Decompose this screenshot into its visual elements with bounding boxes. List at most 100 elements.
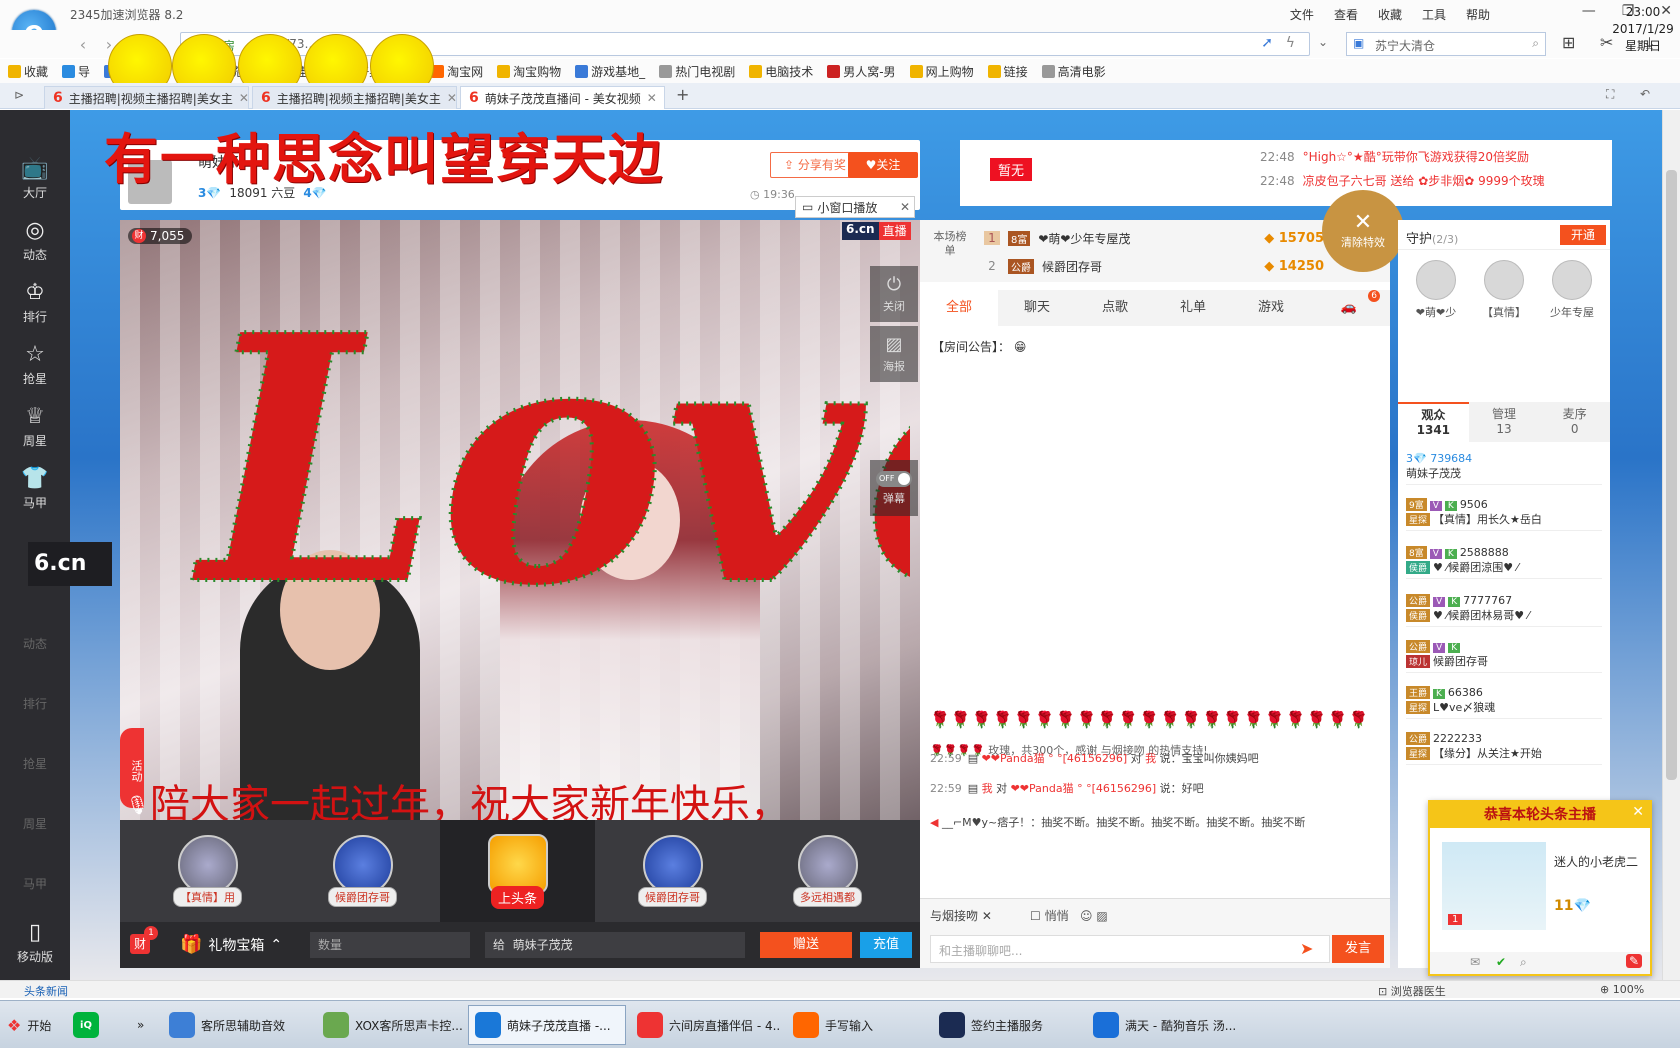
check-icon[interactable]: ✔	[1496, 955, 1506, 969]
share-button[interactable]: ⇪ 分享有奖	[770, 152, 860, 178]
bookmark-item[interactable]: 链接	[987, 63, 1028, 80]
taskbar-item[interactable]: 签约主播服务	[932, 1005, 1082, 1045]
new-tab-icon[interactable]: +	[676, 85, 689, 104]
gift-item[interactable]: 候爵团存哥	[595, 820, 750, 922]
tab-song[interactable]: 点歌	[1076, 290, 1154, 326]
tab-chat[interactable]: 聊天	[998, 290, 1076, 326]
undo-icon[interactable]: ↶	[1640, 87, 1650, 101]
tab-gift-list[interactable]: 礼单	[1154, 290, 1232, 326]
menu-tools[interactable]: 工具	[1422, 6, 1446, 23]
audience-row[interactable]: 8富 V K 2588888 侯爵 ♥ ⁄候爵团涼围♥ ⁄	[1406, 546, 1602, 579]
tab-audience[interactable]: 观众 1341	[1398, 402, 1469, 442]
follow-button[interactable]: ♥关注	[848, 152, 918, 178]
grid-icon[interactable]: ⊞	[1562, 33, 1575, 52]
taskbar-item[interactable]: XOX客所思声卡控...	[316, 1005, 464, 1045]
taskbar-item[interactable]: 六间房直播伴侣 - 4...	[630, 1005, 782, 1045]
open-guard-button[interactable]: 开通	[1560, 225, 1606, 245]
search-icon[interactable]: ⌕	[1520, 955, 1527, 970]
whisper-checkbox[interactable]: ☐ 悄悄 ☺ ▨	[1030, 907, 1108, 924]
audience-row[interactable]: 公爵 2222233 星探 【缘分】从关注★开始	[1406, 732, 1602, 765]
poster-button[interactable]: ▨ 海报	[870, 326, 918, 382]
page-scrollbar[interactable]	[1662, 110, 1680, 980]
gift-box-button[interactable]: 🎁 礼物宝箱 ⌃	[180, 934, 282, 955]
audience-row[interactable]: 3💎 739684 萌妹子茂茂	[1406, 452, 1602, 485]
left-nav-item[interactable]: ♔ 排行	[0, 270, 70, 336]
gift-item[interactable]: 候爵团存哥	[285, 820, 440, 922]
menu-favorites[interactable]: 收藏	[1378, 6, 1402, 23]
audience-row[interactable]: 9富 V K 9506 星探 【真情】用长久★岳白	[1406, 498, 1602, 531]
gift-item[interactable]: 多远相遇都	[750, 820, 905, 922]
bookmark-item[interactable]: 导	[62, 63, 90, 80]
give-button[interactable]: 赠送	[760, 932, 852, 958]
audience-row[interactable]: 公爵 V K 7777767 侯爵 ♥ ⁄候爵团林易哥♥ ⁄	[1406, 594, 1602, 627]
gift-item[interactable]: 【真情】用	[130, 820, 285, 922]
minimize-icon[interactable]: —	[1582, 3, 1596, 19]
bag-icon[interactable]: ⛶	[1606, 87, 1614, 102]
iqiyi-quicklaunch[interactable]: iQ	[66, 1005, 100, 1045]
danmu-toggle[interactable]: OFF 弹幕	[870, 460, 918, 516]
rank-row[interactable]: 1 8富 ❤萌❤少年专屋茂 ◆ 15705	[984, 224, 1324, 252]
more-chevron-icon[interactable]: »	[130, 1005, 158, 1045]
taskbar-item[interactable]: 满天 - 酷狗音乐 汤...	[1086, 1005, 1258, 1045]
tab-admin[interactable]: 管理 13	[1469, 402, 1540, 442]
browser-tab-3[interactable]: 6 萌妹子茂茂直播间 - 美女视频 ✕	[460, 86, 665, 109]
audience-row[interactable]: 王爵 K 66386 星探 L♥ve〆狼魂	[1406, 686, 1602, 719]
bookmark-item[interactable]: 电脑技术	[749, 63, 813, 80]
audience-row[interactable]: 公爵 V K 琼儿 候爵团存哥	[1406, 640, 1602, 673]
guard-member[interactable]: ❤萌❤少	[1406, 260, 1466, 320]
menu-view[interactable]: 查看	[1334, 6, 1358, 23]
video-close-button[interactable]: ⏻ 关闭	[870, 266, 918, 322]
bookmark-item[interactable]: 高清电影	[1041, 63, 1106, 80]
headline-news-link[interactable]: 头条新闻	[24, 983, 68, 999]
bookmark-item[interactable]: 游戏基地_	[575, 63, 645, 80]
left-nav-item[interactable]: ♕ 周星	[0, 394, 70, 460]
mobile-version-button[interactable]: ▯ 移动版	[0, 910, 70, 976]
mini-window-button[interactable]: ▭ 小窗口播放 ✕	[795, 196, 915, 218]
search-input[interactable]: 苏宁大清仓	[1375, 37, 1435, 54]
tab-all[interactable]: 全部	[920, 290, 998, 326]
left-nav-item[interactable]: 👕 马甲	[0, 456, 70, 522]
left-nav-item[interactable]: 📺 大厅	[0, 146, 70, 212]
tab-car[interactable]: 🚗 6	[1310, 290, 1388, 326]
menu-help[interactable]: 帮助	[1466, 6, 1490, 23]
back-arrow-icon[interactable]: ‹	[72, 34, 94, 56]
system-clock[interactable]: 23:00 2017/1/29 星期日	[1606, 4, 1680, 55]
taskbar-item[interactable]: 客所思辅助音效	[162, 1005, 312, 1045]
taskbar-item[interactable]: 手写输入	[786, 1005, 928, 1045]
send-plane-icon[interactable]: ➤	[1300, 939, 1313, 958]
mail-icon[interactable]: ✉	[1470, 955, 1480, 969]
chevron-down-icon[interactable]: ⌄	[1318, 35, 1328, 49]
browser-tab-2[interactable]: 6 主播招聘|视频主播招聘|美女主 ✕	[252, 86, 457, 109]
browser-doctor[interactable]: ⊡ 浏览器医生	[1378, 983, 1446, 999]
tab-close-icon[interactable]: ✕	[447, 91, 456, 105]
menu-file[interactable]: 文件	[1290, 6, 1314, 23]
rocket-icon[interactable]: ➚	[1261, 35, 1273, 51]
chat-input[interactable]: 和主播聊聊吧...	[930, 935, 1330, 963]
bookmark-item[interactable]: 热门电视剧	[659, 63, 735, 80]
guard-member[interactable]: 【真情】	[1474, 260, 1534, 320]
taskbar-item[interactable]: 萌妹子茂茂直播 -...	[468, 1005, 626, 1045]
zoom-level[interactable]: ⊕ 100%	[1600, 983, 1644, 996]
lightning-icon[interactable]: ϟ	[1286, 35, 1295, 51]
tab-close-icon[interactable]: ✕	[647, 91, 657, 105]
send-button[interactable]: 发言	[1332, 935, 1384, 963]
close-icon[interactable]: ✕	[1632, 804, 1644, 820]
guard-member[interactable]: 少年专屋	[1542, 260, 1602, 320]
browser-tab-1[interactable]: 6 主播招聘|视频主播招聘|美女主 ✕	[44, 86, 249, 109]
mic-icon[interactable]: 🎙	[126, 795, 149, 816]
scrollbar-thumb[interactable]	[1666, 170, 1677, 780]
quantity-input[interactable]: 数量	[310, 932, 470, 958]
search-icon[interactable]: ⌕	[1532, 36, 1539, 51]
tab-game[interactable]: 游戏	[1232, 290, 1310, 326]
tab-close-icon[interactable]: ✕	[239, 91, 248, 105]
target-chip[interactable]: 与烟接吻 ✕	[930, 907, 992, 924]
chat-bubble-icon[interactable]: ✎	[1626, 954, 1643, 968]
clear-effects-button[interactable]: ✕ 清除特效	[1322, 190, 1404, 272]
recipient-select[interactable]: 给 萌妹子茂茂	[485, 932, 745, 958]
bookmark-item[interactable]: 男人窝-男	[827, 63, 896, 80]
rank-row[interactable]: 2 公爵 候爵团存哥 ◆ 14250	[984, 252, 1324, 280]
sidebar-toggle-icon[interactable]: ⊳	[14, 88, 24, 102]
bookmark-item[interactable]: 淘宝网	[431, 63, 483, 80]
left-nav-item[interactable]: ◎ 动态	[0, 208, 70, 274]
recharge-button[interactable]: 充值	[860, 932, 912, 958]
